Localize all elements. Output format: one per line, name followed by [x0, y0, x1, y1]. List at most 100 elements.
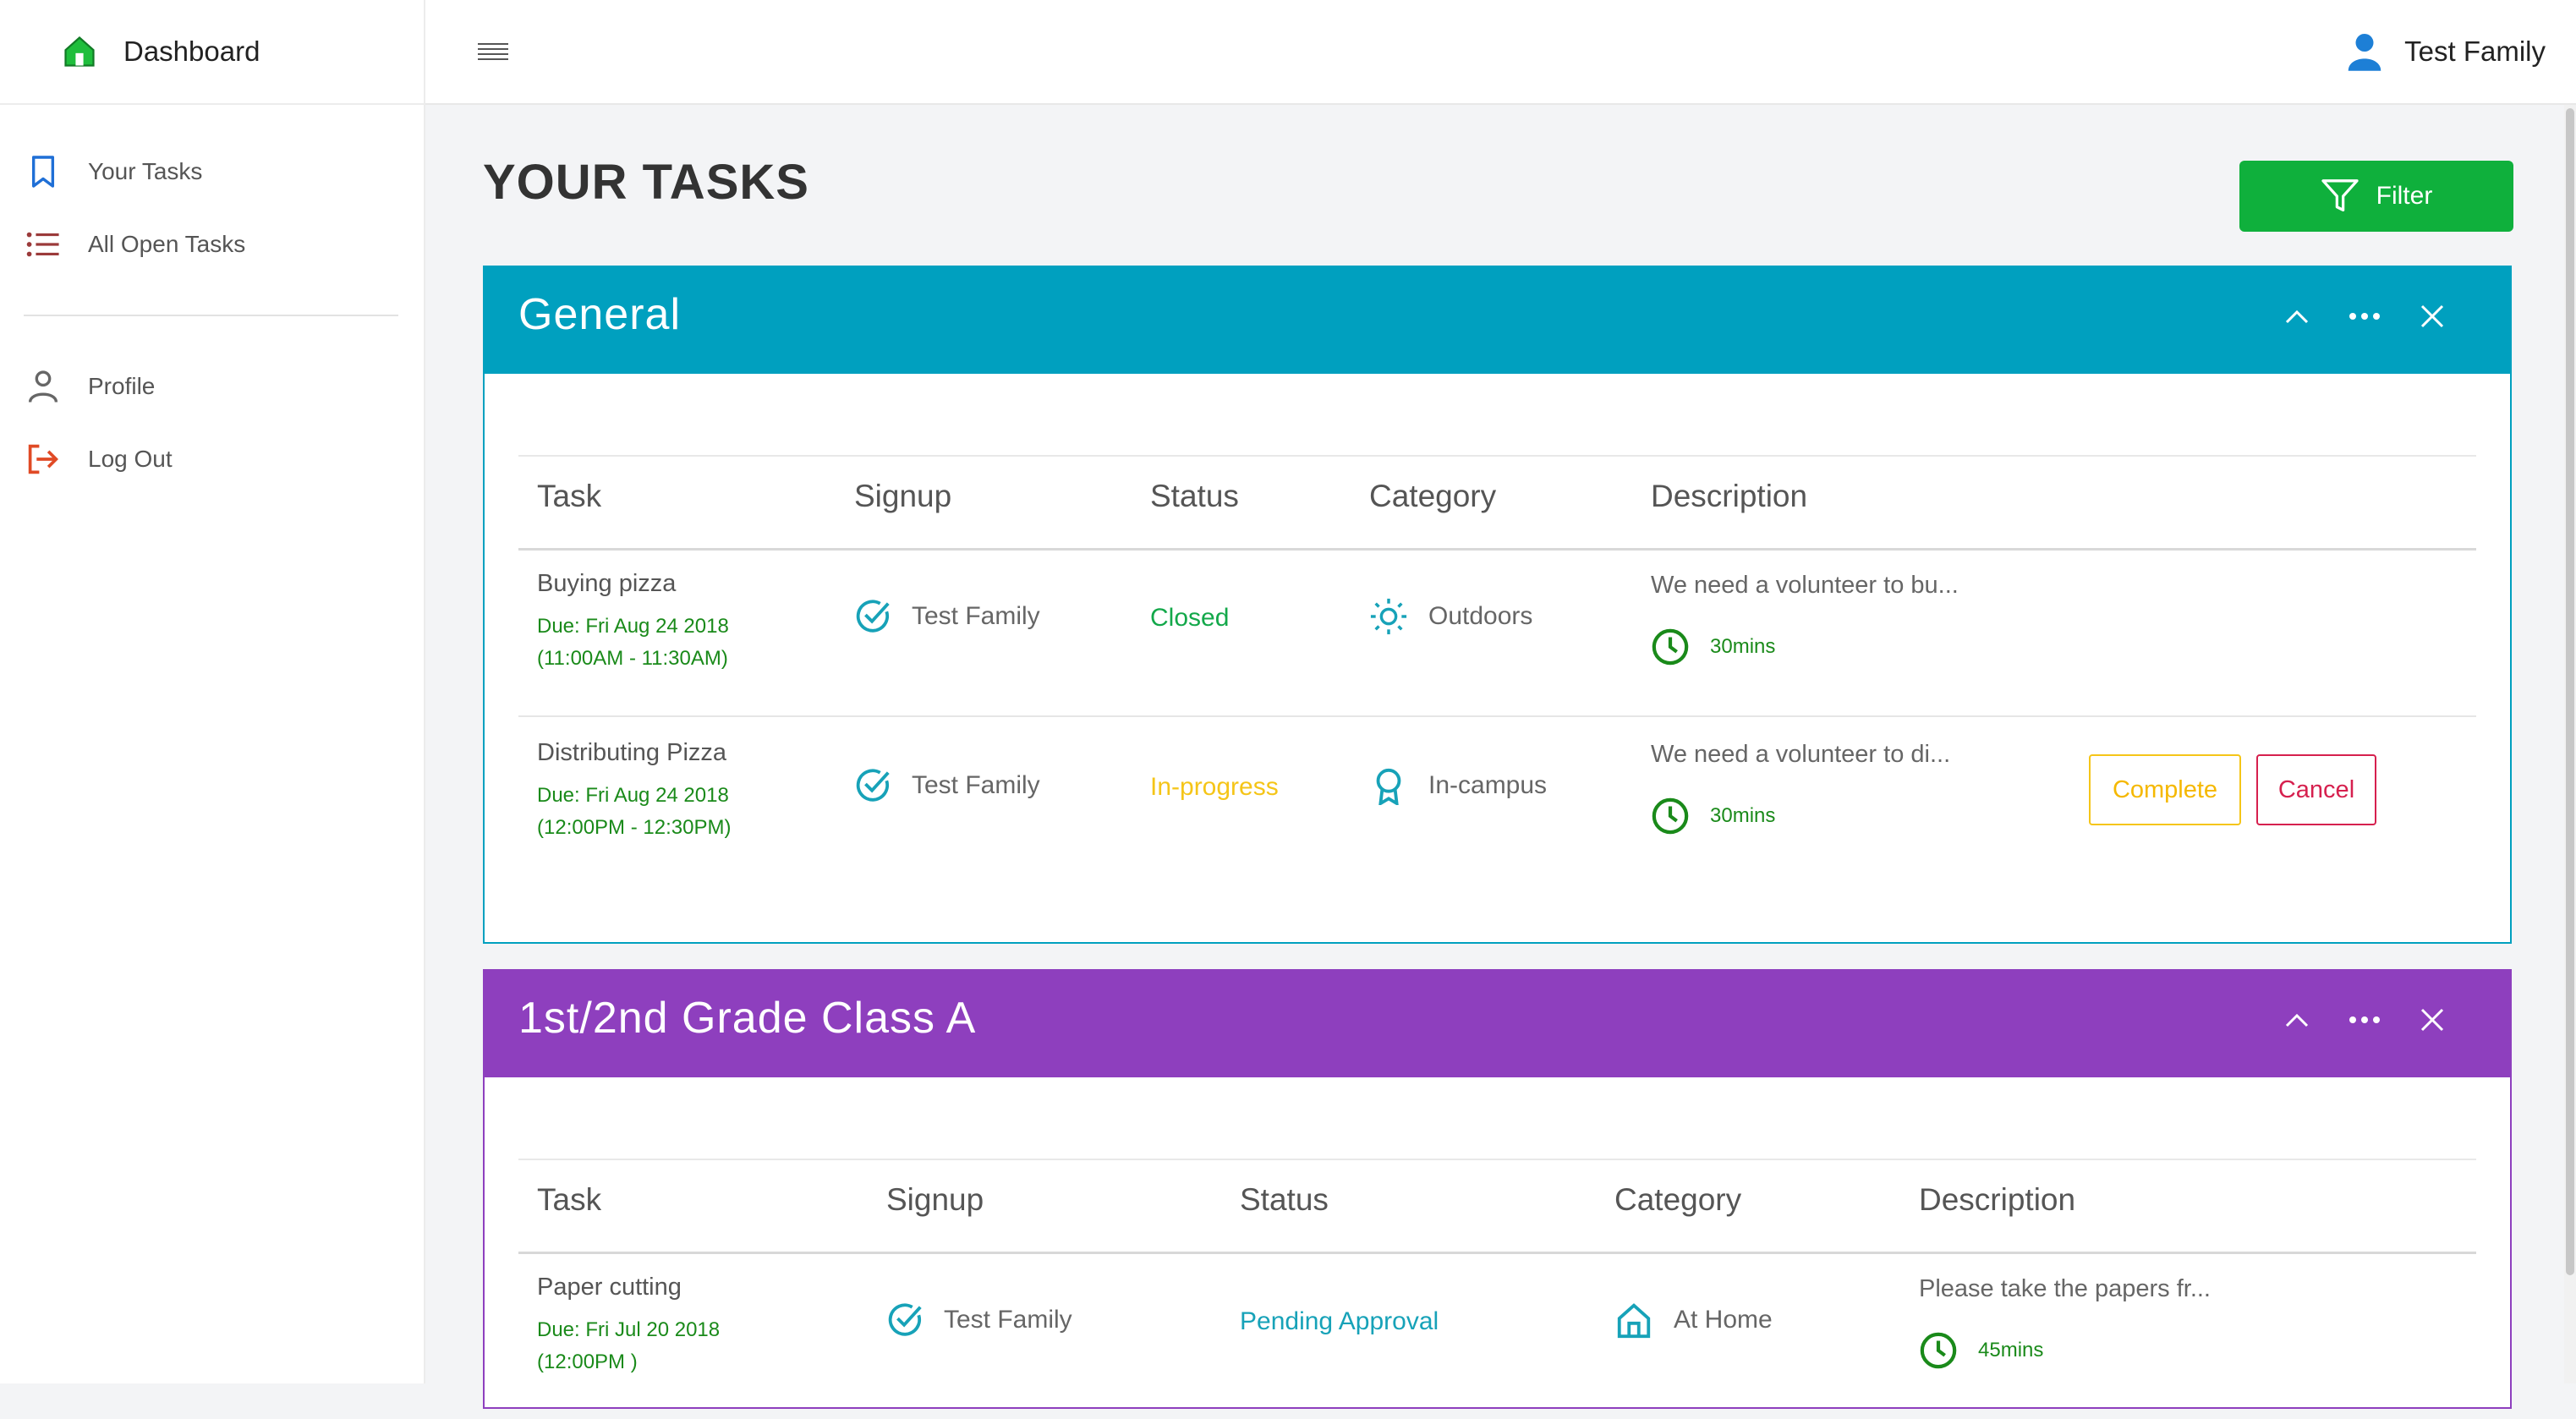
- sidebar: Dashboard Your Tasks All Open Tasks Prof…: [0, 0, 425, 1383]
- column-header-status: Status: [1240, 1182, 1329, 1217]
- card-header: 1st/2nd Grade Class A: [485, 971, 2510, 1077]
- duration: 30mins: [1651, 627, 1775, 666]
- sun-icon: [1370, 598, 1407, 635]
- logout-icon: [24, 440, 63, 479]
- table-row[interactable]: Buying pizza Due: Fri Aug 24 2018 (11:00…: [518, 546, 2476, 717]
- sidebar-item-log-out[interactable]: Log Out: [0, 423, 424, 496]
- card-tools: [2278, 298, 2451, 335]
- card-tools: [2278, 1001, 2451, 1038]
- filter-label: Filter: [2376, 182, 2433, 210]
- sidebar-divider: [24, 315, 398, 316]
- signup-name: Test Family: [944, 1306, 1072, 1334]
- topbar: Test Family: [425, 0, 2576, 105]
- task-name: Buying pizza: [537, 570, 677, 597]
- category-cell: At Home: [1614, 1301, 1773, 1340]
- page-scrollbar[interactable]: [2564, 105, 2576, 1383]
- duration-label: 45mins: [1978, 1339, 2044, 1361]
- filter-button[interactable]: Filter: [2239, 161, 2513, 232]
- duration-label: 30mins: [1710, 804, 1776, 827]
- home-icon: [1617, 1303, 1651, 1339]
- column-header-description: Description: [1919, 1182, 2076, 1217]
- card-title: General: [518, 290, 681, 339]
- column-header-signup: Signup: [854, 479, 952, 513]
- table-header: Task Signup Status Category Description: [518, 455, 2476, 551]
- signup-cell: Test Family: [886, 1301, 1072, 1340]
- task-due: Due: Fri Jul 20 2018 (12:00PM ): [537, 1314, 720, 1378]
- column-header-task: Task: [537, 1182, 602, 1217]
- duration-label: 30mins: [1710, 635, 1776, 658]
- column-header-status: Status: [1150, 479, 1239, 513]
- task-group-grade-class-a: 1st/2nd Grade Class A Task Signup Status…: [483, 969, 2512, 1409]
- column-header-task: Task: [537, 479, 602, 513]
- user-name: Test Family: [2404, 36, 2546, 67]
- sidebar-nav: Your Tasks All Open Tasks: [0, 135, 424, 281]
- sidebar-item-your-tasks[interactable]: Your Tasks: [0, 135, 424, 208]
- due-time: (12:00PM ): [537, 1351, 638, 1373]
- sidebar-item-label: Your Tasks: [88, 158, 203, 184]
- column-header-category: Category: [1614, 1182, 1742, 1217]
- status-label: Closed: [1150, 604, 1230, 632]
- list-icon: [24, 225, 63, 264]
- person-icon: [24, 367, 63, 406]
- signup-name: Test Family: [912, 771, 1040, 799]
- brand[interactable]: Dashboard: [0, 0, 424, 105]
- category-name: At Home: [1674, 1306, 1773, 1334]
- cancel-button[interactable]: Cancel: [2256, 754, 2376, 825]
- duration: 30mins: [1651, 797, 1775, 836]
- sidebar-item-all-open-tasks[interactable]: All Open Tasks: [0, 208, 424, 281]
- task-due: Due: Fri Aug 24 2018 (11:00AM - 11:30AM): [537, 611, 729, 675]
- clock-icon: [1652, 797, 1689, 835]
- scrollbar-thumb[interactable]: [2566, 108, 2574, 1275]
- description-text: Please take the papers fr...: [1919, 1275, 2211, 1302]
- user-menu[interactable]: Test Family: [2343, 30, 2546, 73]
- table-row[interactable]: Paper cutting Due: Fri Jul 20 2018 (12:0…: [518, 1250, 2476, 1419]
- sidebar-item-label: Log Out: [88, 446, 173, 472]
- due-time: (11:00AM - 11:30AM): [537, 647, 728, 670]
- award-icon: [1376, 768, 1401, 805]
- task-name: Distributing Pizza: [537, 739, 727, 766]
- signup-cell: Test Family: [854, 766, 1040, 805]
- clock-icon: [1920, 1332, 1957, 1369]
- brand-title: Dashboard: [123, 36, 260, 67]
- card-header: General: [485, 267, 2510, 374]
- due-date: Due: Fri Aug 24 2018: [537, 615, 729, 638]
- filter-icon: [2321, 179, 2359, 211]
- sidebar-nav-secondary: Profile Log Out: [0, 350, 424, 496]
- signup-cell: Test Family: [854, 597, 1040, 636]
- card-title: 1st/2nd Grade Class A: [518, 994, 977, 1043]
- complete-button[interactable]: Complete: [2089, 754, 2241, 825]
- due-date: Due: Fri Aug 24 2018: [537, 784, 729, 807]
- more-icon[interactable]: [2346, 1001, 2383, 1038]
- description-text: We need a volunteer to bu...: [1651, 572, 1959, 599]
- check-circle-icon: [888, 1303, 922, 1336]
- sidebar-item-profile[interactable]: Profile: [0, 350, 424, 423]
- task-group-general: General Task Signup Status Category Desc…: [483, 266, 2512, 944]
- page-title: YOUR TASKS: [483, 155, 809, 210]
- hamburger-menu-icon[interactable]: [476, 37, 513, 68]
- column-header-signup: Signup: [886, 1182, 984, 1217]
- collapse-icon[interactable]: [2278, 1001, 2316, 1038]
- sidebar-item-label: All Open Tasks: [88, 231, 246, 257]
- category-cell: Outdoors: [1369, 597, 1532, 636]
- check-circle-icon: [856, 600, 890, 633]
- clock-icon: [1652, 628, 1689, 666]
- category-cell: In-campus: [1369, 766, 1547, 805]
- close-icon[interactable]: [2414, 298, 2451, 335]
- status-label: Pending Approval: [1240, 1307, 1439, 1335]
- duration: 45mins: [1919, 1331, 2043, 1370]
- status-label: In-progress: [1150, 773, 1279, 801]
- table-header: Task Signup Status Category Description: [518, 1159, 2476, 1254]
- description-text: We need a volunteer to di...: [1651, 741, 1951, 768]
- more-icon[interactable]: [2346, 298, 2383, 335]
- check-circle-icon: [856, 769, 890, 802]
- due-time: (12:00PM - 12:30PM): [537, 816, 732, 839]
- home-logo-icon: [64, 36, 95, 67]
- due-date: Due: Fri Jul 20 2018: [537, 1318, 721, 1341]
- collapse-icon[interactable]: [2278, 298, 2316, 335]
- close-icon[interactable]: [2414, 1001, 2451, 1038]
- column-header-description: Description: [1651, 479, 1808, 513]
- category-name: Outdoors: [1428, 602, 1533, 630]
- table-row[interactable]: Distributing Pizza Due: Fri Aug 24 2018 …: [518, 715, 2476, 885]
- sidebar-item-label: Profile: [88, 373, 156, 399]
- task-due: Due: Fri Aug 24 2018 (12:00PM - 12:30PM): [537, 780, 731, 844]
